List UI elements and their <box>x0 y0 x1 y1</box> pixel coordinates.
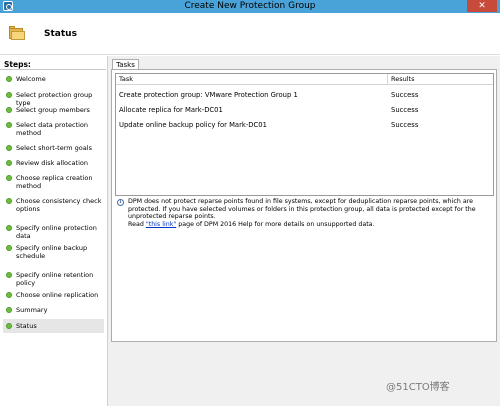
watermark: @51CTO博客 <box>386 382 450 393</box>
page-title: Status <box>44 29 77 39</box>
status-dot-icon <box>6 198 12 204</box>
step-label: Specify online backup schedule <box>16 244 88 260</box>
notice-text: DPM does not protect reparse points foun… <box>128 198 490 228</box>
result-cell: Success <box>391 121 419 129</box>
step-review-disk-allocation[interactable]: Review disk allocation <box>3 159 104 168</box>
step-select-data-protection-method[interactable]: Select data protection method <box>3 121 104 138</box>
table-header: Task Results <box>116 74 493 85</box>
step-label: Specify online protection data <box>16 224 97 240</box>
result-cell: Success <box>391 91 419 99</box>
status-dot-icon <box>6 92 12 98</box>
column-header-task[interactable]: Task <box>116 74 388 85</box>
table-row[interactable]: Allocate replica for Mark-DC01 Success <box>116 103 493 117</box>
result-cell: Success <box>391 106 419 114</box>
step-label: Review disk allocation <box>16 159 88 167</box>
step-choose-online-replication[interactable]: Choose online replication <box>3 291 104 300</box>
step-select-group-members[interactable]: Select group members <box>3 106 104 115</box>
close-button[interactable]: ✕ <box>467 0 497 12</box>
step-label: Select short-term goals <box>16 144 92 152</box>
step-specify-online-retention-policy[interactable]: Specify online retention policy <box>3 271 104 287</box>
title-bar: Create New Protection Group ✕ <box>0 0 500 13</box>
step-label: Status <box>16 322 37 330</box>
step-label: Select group members <box>16 106 90 114</box>
notice-read-prefix: Read <box>128 220 146 228</box>
steps-heading: Steps: <box>4 60 31 69</box>
step-status[interactable]: Status <box>3 319 104 333</box>
status-dot-icon <box>6 145 12 151</box>
task-cell: Update online backup policy for Mark-DC0… <box>119 121 267 129</box>
status-dot-icon <box>6 292 12 298</box>
status-dot-icon <box>6 225 12 231</box>
this-link[interactable]: "this link" <box>146 221 176 228</box>
tasks-table: Task Results Create protection group: VM… <box>115 73 494 196</box>
step-select-short-term-goals[interactable]: Select short-term goals <box>3 144 104 153</box>
step-label: Select data protection method <box>16 121 89 137</box>
step-label: Choose consistency check options <box>16 197 102 213</box>
status-dot-icon <box>6 272 12 278</box>
status-dot-icon <box>6 175 12 181</box>
step-label: Welcome <box>16 75 46 83</box>
step-summary[interactable]: Summary <box>3 306 104 315</box>
notice-body: DPM does not protect reparse points foun… <box>128 198 476 221</box>
status-dot-icon <box>6 76 12 82</box>
content-panel: Tasks Task Results Create protection gro… <box>107 56 500 406</box>
step-choose-replica-creation-method[interactable]: Choose replica creation method <box>3 174 104 191</box>
step-specify-online-protection-data[interactable]: Specify online protection data <box>3 224 104 240</box>
step-select-protection-group-type[interactable]: Select protection group type <box>3 91 104 107</box>
step-label: Summary <box>16 306 48 314</box>
status-dot-icon <box>6 307 12 313</box>
status-dot-icon <box>6 122 12 128</box>
step-label: Specify online retention policy <box>16 271 94 287</box>
status-dot-icon <box>6 323 12 329</box>
status-dot-icon <box>6 107 12 113</box>
task-cell: Create protection group: VMware Protecti… <box>119 91 298 99</box>
steps-panel: Steps: Welcome Select protection group t… <box>0 56 106 406</box>
step-label: Choose replica creation method <box>16 174 93 190</box>
status-dot-icon <box>6 245 12 251</box>
notice-read-suffix: page of DPM 2016 Help for more details o… <box>176 220 375 228</box>
table-row[interactable]: Create protection group: VMware Protecti… <box>116 88 493 102</box>
status-dot-icon <box>6 160 12 166</box>
tasks-tab-panel: Task Results Create protection group: VM… <box>111 69 497 342</box>
steps-divider <box>0 69 106 70</box>
window-title: Create New Protection Group <box>184 1 316 11</box>
step-choose-consistency-check-options[interactable]: Choose consistency check options <box>3 197 104 214</box>
folder-icon <box>9 26 25 40</box>
table-row[interactable]: Update online backup policy for Mark-DC0… <box>116 118 493 132</box>
step-label: Select protection group type <box>16 91 93 107</box>
column-header-results[interactable]: Results <box>388 74 493 85</box>
task-cell: Allocate replica for Mark-DC01 <box>119 106 223 114</box>
step-specify-online-backup-schedule[interactable]: Specify online backup schedule <box>3 244 104 261</box>
info-icon: i <box>117 199 124 206</box>
step-label: Choose online replication <box>16 291 99 299</box>
step-welcome[interactable]: Welcome <box>3 75 104 84</box>
wizard-header: Status <box>0 13 500 55</box>
